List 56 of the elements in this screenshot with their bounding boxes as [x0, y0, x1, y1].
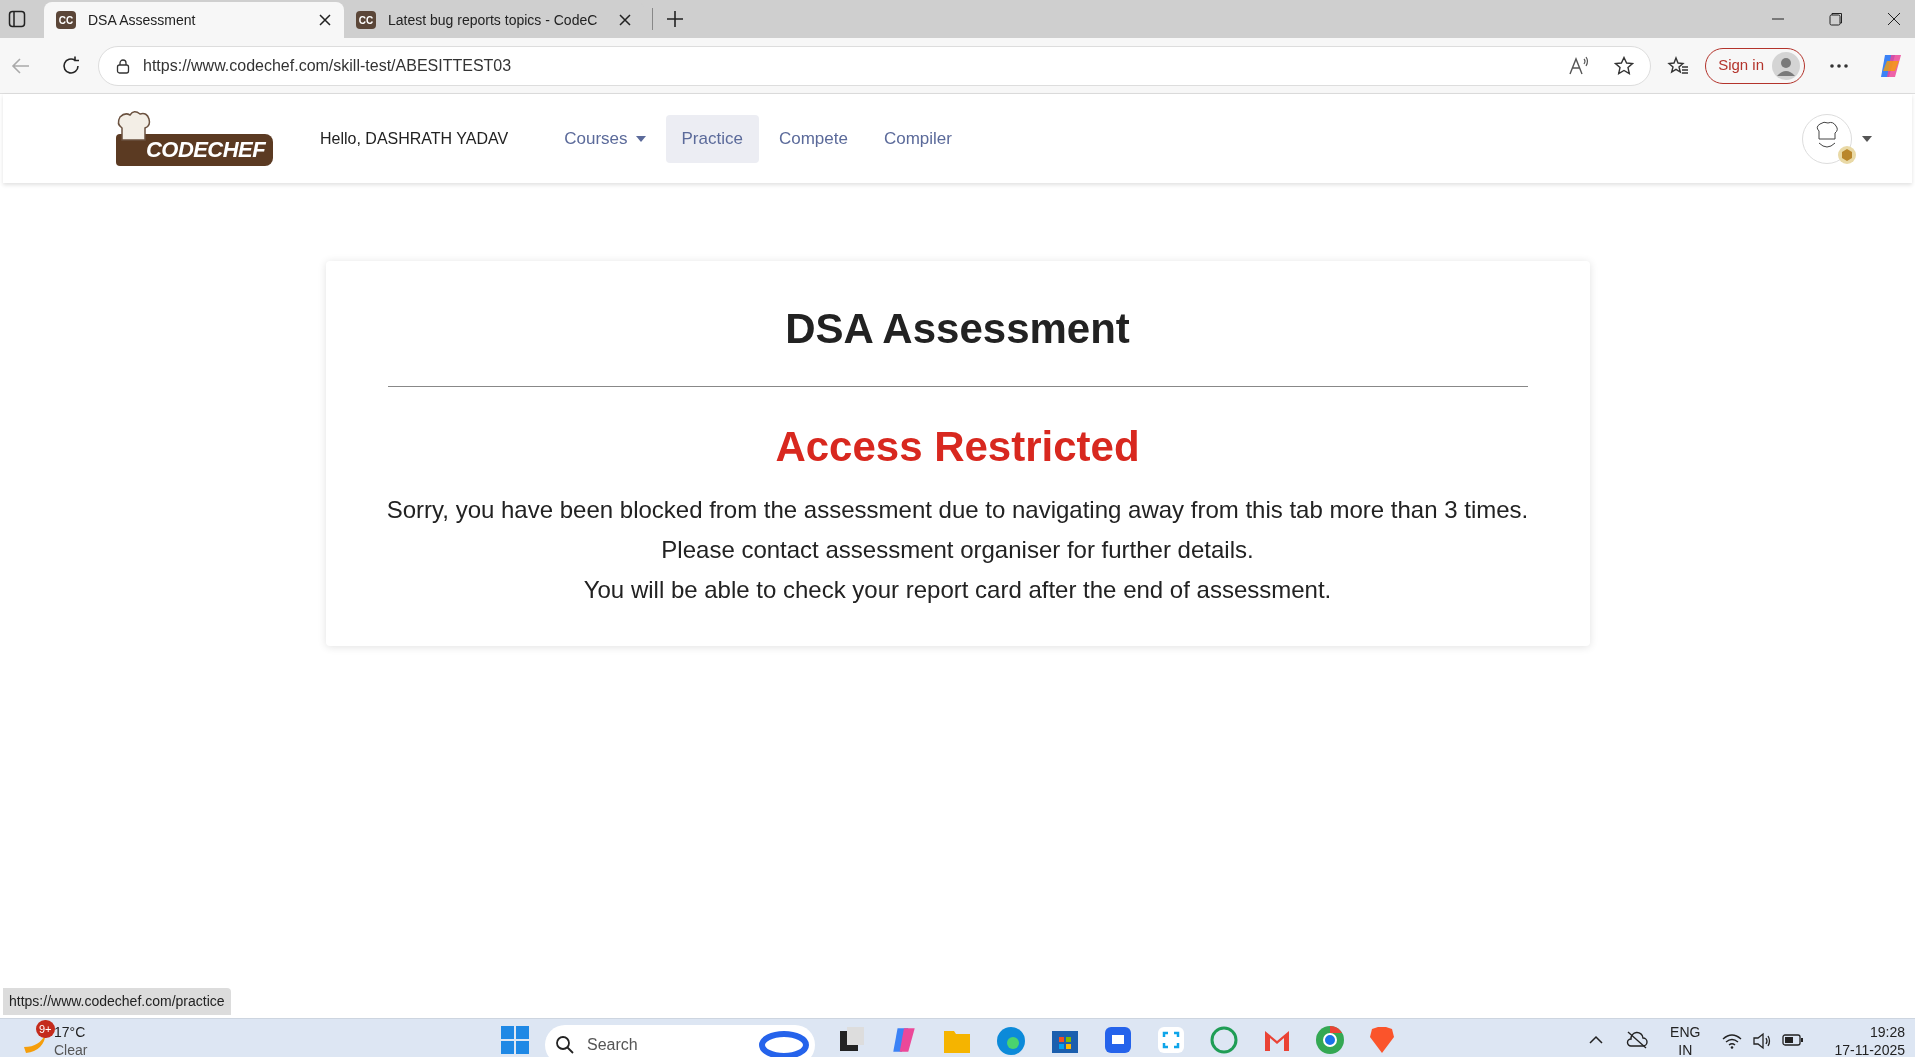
start-icon[interactable] [500, 1025, 530, 1055]
restore-icon[interactable] [1829, 12, 1843, 26]
lock-icon [115, 57, 131, 74]
more-icon[interactable] [1829, 62, 1849, 69]
status-heading: Access Restricted [775, 422, 1140, 472]
url-text: https://www.codechef.com/skill-test/ABESITTEST03 [143, 55, 513, 76]
close-window-icon[interactable] [1887, 12, 1901, 26]
task-view-icon[interactable] [838, 1025, 866, 1053]
message-text: Please contact assessment organiser for further details. [661, 535, 1254, 565]
message-text: You will be able to check your report card after the end of assessment. [583, 575, 1332, 605]
copilot-swirl-icon [759, 1030, 809, 1057]
chrome-icon[interactable] [1315, 1025, 1345, 1055]
search-icon [555, 1035, 575, 1055]
new-tab-icon[interactable] [665, 9, 685, 29]
snipping-icon[interactable] [1156, 1025, 1186, 1055]
codechef-logo[interactable]: CODECHEF [108, 105, 294, 172]
temperature: 17°C [54, 1023, 87, 1041]
close-icon[interactable] [318, 13, 332, 27]
address-bar[interactable]: https://www.codechef.com/skill-test/ABESITTEST03 [98, 45, 1652, 86]
tab-actions-icon[interactable] [8, 10, 26, 28]
clock[interactable]: 19:28 17-11-2025 [1834, 1023, 1905, 1057]
battery-icon[interactable] [1782, 1033, 1805, 1047]
badge-icon [1837, 144, 1857, 165]
close-icon[interactable] [618, 13, 632, 27]
message-text: Sorry, you have been blocked from the assessment due to navigating away from this tab more than 3 times. [386, 495, 1529, 525]
nav-link[interactable]: Compiler [867, 114, 968, 163]
tab-title: Latest bug reports topics - CodeC [388, 10, 599, 30]
app-icon[interactable] [1103, 1025, 1133, 1055]
notification-badge: 9+ [36, 1020, 55, 1038]
status-link-tooltip: https://www.codechef.com/practice [3, 988, 231, 1015]
cloud-offline-icon[interactable] [1626, 1031, 1649, 1049]
nav-link[interactable]: Courses [548, 114, 662, 163]
avatar-icon [1772, 51, 1800, 80]
browser-tab[interactable]: CC DSA Assessment [44, 2, 344, 38]
card-title: DSA Assessment [785, 304, 1130, 354]
taskbar-search[interactable]: Search [545, 1025, 815, 1057]
tab-title: DSA Assessment [88, 10, 197, 30]
favorites-icon[interactable] [1667, 55, 1690, 76]
nav-link[interactable]: Compete [762, 114, 864, 163]
edge-icon[interactable] [995, 1025, 1027, 1057]
caret-icon [635, 135, 646, 142]
logo-text: CODECHEF [146, 136, 266, 164]
volume-icon[interactable] [1752, 1032, 1773, 1050]
read-aloud-icon[interactable] [1568, 55, 1591, 76]
favicon: CC [356, 11, 376, 29]
favorite-star-icon[interactable] [1614, 55, 1635, 76]
caret-icon[interactable] [1862, 135, 1872, 142]
reload-icon[interactable] [60, 54, 82, 77]
chevron-up-icon[interactable] [1588, 1035, 1605, 1045]
language-indicator[interactable]: ENG IN [1670, 1023, 1701, 1057]
greeting: Hello, DASHRATH YADAV [320, 128, 509, 149]
favicon: CC [56, 11, 76, 29]
wifi-icon[interactable] [1722, 1033, 1743, 1049]
weather-condition: Clear [54, 1041, 88, 1057]
nav-link[interactable]: Practice [665, 114, 759, 163]
brave-icon[interactable] [1368, 1025, 1396, 1055]
